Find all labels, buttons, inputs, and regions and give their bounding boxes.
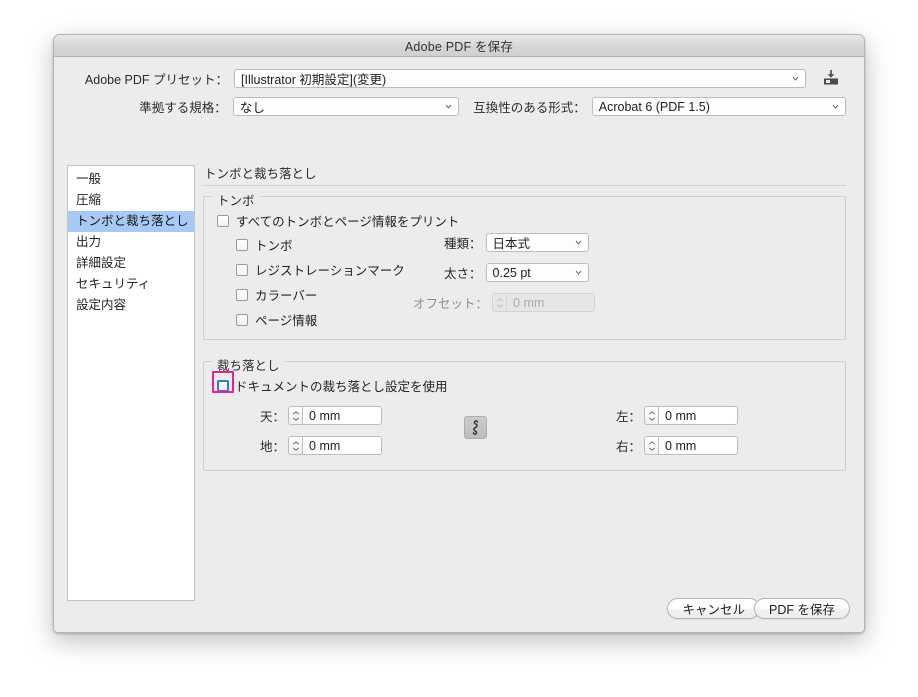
bleed-group: 裁ち落とし ドキュメントの裁ち落とし設定を使用 天： 0 mm 地： 0 mm …: [203, 355, 846, 471]
bleed-left-row: 左： 0 mm: [616, 406, 739, 425]
chevron-down-icon: [575, 239, 582, 246]
dialog-body: Adobe PDF プリセット： [Illustrator 初期設定](変更) …: [54, 57, 864, 632]
compatibility-label: 互換性のある形式：: [473, 101, 586, 115]
marks-and-bleeds-panel: トンボと裁ち落とし トンボ すべてのトンボとページ情報をプリント トンボ レジス…: [203, 163, 846, 601]
link-bleed-values-button[interactable]: [464, 416, 487, 439]
dialog-title: Adobe PDF を保存: [404, 40, 514, 54]
mark-offset-label: オフセット：: [413, 297, 489, 311]
mark-weight-row: 太さ： 0.25 pt: [444, 263, 589, 282]
chevron-down-icon: [445, 103, 452, 110]
stepper-arrows-icon: [492, 293, 507, 312]
standard-label: 準拠する規格：: [139, 101, 227, 115]
trim-marks-checkbox[interactable]: [236, 238, 248, 251]
sidebar-item-general[interactable]: 一般: [68, 169, 194, 190]
sidebar-item-compression[interactable]: 圧縮: [68, 190, 194, 211]
bleed-right-stepper[interactable]: 0 mm: [644, 436, 739, 455]
print-all-marks-row[interactable]: すべてのトンボとページ情報をプリント: [217, 211, 459, 230]
mark-offset-value: 0 mm: [506, 293, 596, 312]
stepper-arrows-icon[interactable]: [644, 406, 659, 425]
mark-weight-value: 0.25 pt: [492, 265, 531, 280]
mark-offset-row: オフセット： 0 mm: [413, 293, 596, 312]
preset-select-value: [Illustrator 初期設定](変更): [241, 73, 387, 87]
mark-weight-label: 太さ：: [444, 267, 482, 281]
broken-link-icon: [472, 420, 479, 435]
page-information-row[interactable]: ページ情報: [236, 310, 317, 329]
page-information-label: ページ情報: [255, 314, 318, 328]
bleed-bottom-label: 地：: [260, 440, 286, 454]
sidebar-item-security[interactable]: セキュリティ: [68, 274, 194, 295]
sidebar-item-summary[interactable]: 設定内容: [68, 295, 194, 316]
mark-type-value: 日本式: [492, 237, 531, 251]
bleed-top-row: 天： 0 mm: [260, 406, 383, 425]
compatibility-select[interactable]: Acrobat 6 (PDF 1.5): [591, 97, 846, 116]
print-all-marks-checkbox[interactable]: [217, 214, 229, 227]
use-document-bleed-label: ドキュメントの裁ち落とし設定を使用: [235, 380, 448, 394]
stepper-arrows-icon[interactable]: [288, 436, 303, 455]
category-list[interactable]: 一般 圧縮 トンボと裁ち落とし 出力 詳細設定 セキュリティ 設定内容: [67, 165, 195, 601]
color-bars-label: カラーバー: [255, 289, 318, 303]
standard-select-value: なし: [239, 101, 265, 115]
save-preset-button[interactable]: [818, 66, 844, 90]
registration-marks-label: レジストレーションマーク: [255, 264, 405, 278]
sidebar-item-marks-and-bleeds[interactable]: トンボと裁ち落とし: [68, 211, 194, 232]
bleed-bottom-row: 地： 0 mm: [260, 436, 383, 455]
bleed-right-row: 右： 0 mm: [616, 436, 739, 455]
bleed-left-stepper[interactable]: 0 mm: [644, 406, 739, 425]
trim-marks-row[interactable]: トンボ: [236, 235, 293, 254]
bleed-right-value[interactable]: 0 mm: [658, 436, 739, 455]
chevron-down-icon: [575, 269, 582, 276]
cancel-button[interactable]: キャンセル: [667, 598, 760, 619]
preset-row: Adobe PDF プリセット： [Illustrator 初期設定](変更): [74, 69, 846, 88]
mark-weight-select[interactable]: 0.25 pt: [485, 263, 589, 282]
standard-select[interactable]: なし: [232, 97, 460, 116]
preset-select[interactable]: [Illustrator 初期設定](変更): [234, 69, 806, 88]
bleed-top-stepper[interactable]: 0 mm: [288, 406, 383, 425]
stepper-arrows-icon[interactable]: [288, 406, 303, 425]
color-bars-checkbox[interactable]: [236, 288, 248, 301]
sidebar-item-advanced[interactable]: 詳細設定: [68, 253, 194, 274]
bleed-group-legend: 裁ち落とし: [212, 355, 285, 374]
sidebar-item-output[interactable]: 出力: [68, 232, 194, 253]
panel-title-rule: [203, 185, 846, 186]
compatibility-select-value: Acrobat 6 (PDF 1.5): [598, 99, 710, 114]
marks-group-legend: トンボ: [212, 190, 260, 209]
bleed-bottom-value[interactable]: 0 mm: [302, 436, 383, 455]
save-pdf-button[interactable]: PDF を保存: [754, 598, 850, 619]
marks-group: トンボ すべてのトンボとページ情報をプリント トンボ レジストレーションマーク: [203, 190, 846, 340]
chevron-down-icon: [792, 75, 799, 82]
save-preset-icon: [824, 70, 838, 85]
print-all-marks-label: すべてのトンボとページ情報をプリント: [236, 215, 460, 229]
page-information-checkbox[interactable]: [236, 313, 248, 326]
bleed-bottom-stepper[interactable]: 0 mm: [288, 436, 383, 455]
mark-offset-stepper: 0 mm: [492, 293, 596, 312]
mark-type-select[interactable]: 日本式: [485, 233, 589, 252]
bleed-top-label: 天：: [260, 410, 286, 424]
color-bars-row[interactable]: カラーバー: [236, 285, 317, 304]
stepper-arrows-icon[interactable]: [644, 436, 659, 455]
bleed-right-label: 右：: [616, 440, 642, 454]
trim-marks-label: トンボ: [255, 239, 293, 253]
save-adobe-pdf-dialog: Adobe PDF を保存 Adobe PDF プリセット： [Illustra…: [53, 34, 865, 633]
dialog-footer: キャンセル PDF を保存: [54, 581, 864, 632]
dialog-titlebar: Adobe PDF を保存: [54, 35, 864, 57]
use-document-bleed-checkbox[interactable]: [217, 379, 229, 392]
bleed-left-value[interactable]: 0 mm: [658, 406, 739, 425]
mark-type-label: 種類：: [444, 237, 482, 251]
bleed-left-label: 左：: [616, 410, 642, 424]
bleed-top-value[interactable]: 0 mm: [302, 406, 383, 425]
registration-marks-checkbox[interactable]: [236, 263, 248, 276]
preset-label: Adobe PDF プリセット：: [84, 73, 228, 87]
use-document-bleed-row[interactable]: ドキュメントの裁ち落とし設定を使用: [217, 376, 448, 395]
chevron-down-icon: [832, 103, 839, 110]
panel-title: トンボと裁ち落とし: [204, 167, 317, 181]
mark-type-row: 種類： 日本式: [444, 233, 589, 252]
standard-compat-row: 準拠する規格： なし 互換性のある形式： Acrobat 6 (PDF 1.5): [74, 97, 846, 116]
registration-marks-row[interactable]: レジストレーションマーク: [236, 260, 405, 279]
